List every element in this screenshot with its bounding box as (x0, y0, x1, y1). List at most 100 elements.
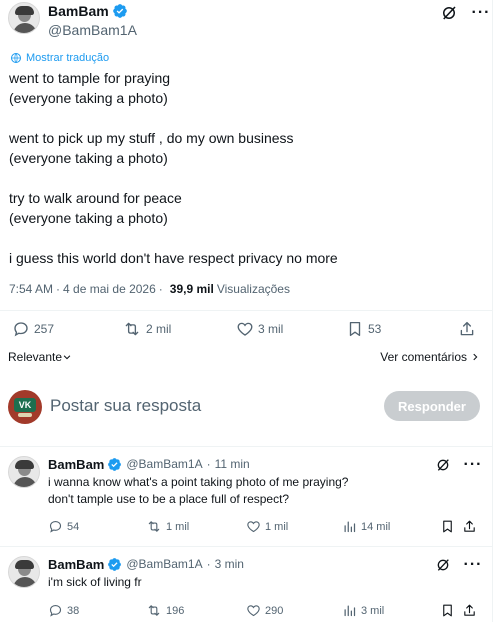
views-icon (344, 605, 356, 617)
verified-badge-icon (112, 4, 127, 18)
reply-icon (14, 322, 28, 337)
reply-sort-bar: Relevante Ver comentários (8, 350, 480, 366)
chevron-right-icon (473, 353, 478, 361)
reply-count: 54 (67, 520, 80, 533)
relevance-dropdown[interactable]: Relevante (8, 350, 72, 364)
show-translation-link[interactable]: Mostrar tradução (10, 52, 109, 64)
author-name[interactable]: BamBam (48, 3, 109, 19)
author-avatar[interactable] (8, 2, 40, 34)
like-icon (247, 605, 260, 617)
repost-icon (148, 605, 160, 616)
share-icon (464, 604, 475, 616)
divider (0, 546, 492, 547)
repost-button[interactable]: 196 (146, 603, 184, 618)
repost-icon (148, 521, 160, 532)
divider (0, 446, 492, 447)
grok-icon[interactable] (440, 4, 458, 22)
like-button[interactable]: 1 mil (246, 519, 288, 534)
tweet-meta: 7:54 AM · 4 de mai de 2026 · 39,9 mil Vi… (9, 282, 290, 296)
reply-button[interactable]: 38 (48, 603, 79, 618)
like-count: 3 mil (258, 322, 284, 336)
bookmark-icon (443, 604, 452, 617)
meta-separator: · (56, 282, 61, 296)
reply-input[interactable]: Postar sua resposta (50, 396, 201, 416)
tweet-actions: 257 2 mil 3 mil 53 (10, 320, 480, 342)
right-border (492, 0, 493, 622)
share-icon (460, 321, 474, 336)
verified-badge-icon (108, 557, 122, 571)
grok-icon[interactable] (434, 456, 452, 474)
tweet-paragraph: try to walk around for peace (everyone t… (9, 190, 182, 226)
reply-submit-button[interactable]: Responder (384, 391, 480, 421)
chevron-down-icon (63, 355, 71, 360)
reply-actions: 54 1 mil 1 mil 14 mil (0, 519, 475, 535)
more-icon[interactable]: ··· (464, 456, 482, 474)
view-quotes-label: Ver comentários (380, 350, 467, 364)
grok-icon[interactable] (434, 556, 452, 574)
tweet-header: BamBam @BamBam1A ··· (8, 2, 490, 40)
views-count: 3 mil (361, 604, 385, 617)
share-button[interactable] (458, 320, 480, 338)
reply-author-name[interactable]: BamBam (48, 557, 104, 572)
current-user-avatar[interactable]: VK (8, 390, 42, 424)
share-button[interactable] (462, 519, 481, 534)
views-icon (344, 521, 356, 533)
bookmark-button[interactable]: 53 (346, 320, 381, 338)
relevance-label: Relevante (8, 350, 63, 364)
bookmark-icon (443, 520, 452, 533)
reply-avatar[interactable] (8, 456, 40, 488)
like-icon (247, 521, 260, 533)
views-count: 14 mil (361, 520, 391, 533)
reply-button[interactable]: 54 (48, 519, 79, 534)
share-button[interactable] (462, 603, 481, 618)
reply-composer: VK Postar sua resposta Responder (8, 388, 480, 426)
reply-actions: 38 196 290 3 mil (0, 603, 475, 619)
more-icon[interactable]: ··· (464, 556, 482, 574)
repost-button[interactable]: 1 mil (146, 519, 189, 534)
more-icon[interactable]: ··· (472, 4, 490, 22)
view-quotes-link[interactable]: Ver comentários (380, 350, 480, 364)
reply-tweet[interactable]: BamBam @BamBam1A · 11 min i wanna know w… (0, 456, 492, 546)
reply-tweet[interactable]: BamBam @BamBam1A · 3 min i'm sick of liv… (0, 556, 492, 622)
tweet-paragraph: i guess this world don't have respect pr… (9, 250, 338, 266)
bookmark-button[interactable] (440, 603, 459, 618)
tweet-time[interactable]: 7:54 AM (9, 282, 53, 296)
views-button[interactable]: 14 mil (342, 519, 390, 534)
tweet-date[interactable]: 4 de mai de 2026 (63, 282, 156, 296)
author-handle[interactable]: @BamBam1A (48, 22, 137, 38)
views-label: Visualizações (216, 282, 290, 296)
verified-badge-icon (108, 457, 122, 471)
reply-text: i wanna know what's a point taking photo… (48, 475, 349, 506)
like-button[interactable]: 3 mil (236, 320, 283, 338)
reply-time[interactable]: 3 min (215, 557, 244, 571)
reply-count: 38 (67, 604, 80, 617)
bookmark-icon (349, 321, 361, 337)
avatar-label: VK (14, 398, 36, 412)
views-button[interactable]: 3 mil (342, 603, 384, 618)
repost-icon (125, 322, 139, 336)
repost-button[interactable]: 2 mil (122, 320, 171, 338)
tweet-text: went to tample for praying (everyone tak… (9, 68, 484, 268)
like-button[interactable]: 290 (246, 603, 283, 618)
reply-author-handle[interactable]: @BamBam1A (126, 457, 202, 471)
share-icon (464, 520, 475, 532)
bookmark-button[interactable] (440, 519, 459, 534)
translate-icon (11, 53, 21, 63)
meta-separator: · (158, 282, 163, 296)
reply-button[interactable]: 257 (12, 320, 54, 338)
meta-separator: · (206, 457, 211, 471)
reply-author-handle[interactable]: @BamBam1A (126, 557, 202, 571)
repost-count: 196 (166, 604, 185, 617)
divider (0, 310, 492, 311)
repost-count: 1 mil (166, 520, 190, 533)
translate-label: Mostrar tradução (26, 52, 110, 64)
reply-avatar[interactable] (8, 556, 40, 588)
like-icon (237, 322, 253, 336)
tweet-paragraph: went to pick up my stuff , do my own bus… (9, 130, 294, 166)
tweet-detail-page: BamBam @BamBam1A ··· Mostrar tradução we… (0, 0, 498, 622)
reply-time[interactable]: 11 min (215, 457, 250, 471)
views-count: 39,9 mil (169, 282, 214, 296)
meta-separator: · (206, 557, 211, 571)
like-count: 1 mil (265, 520, 289, 533)
reply-author-name[interactable]: BamBam (48, 457, 104, 472)
